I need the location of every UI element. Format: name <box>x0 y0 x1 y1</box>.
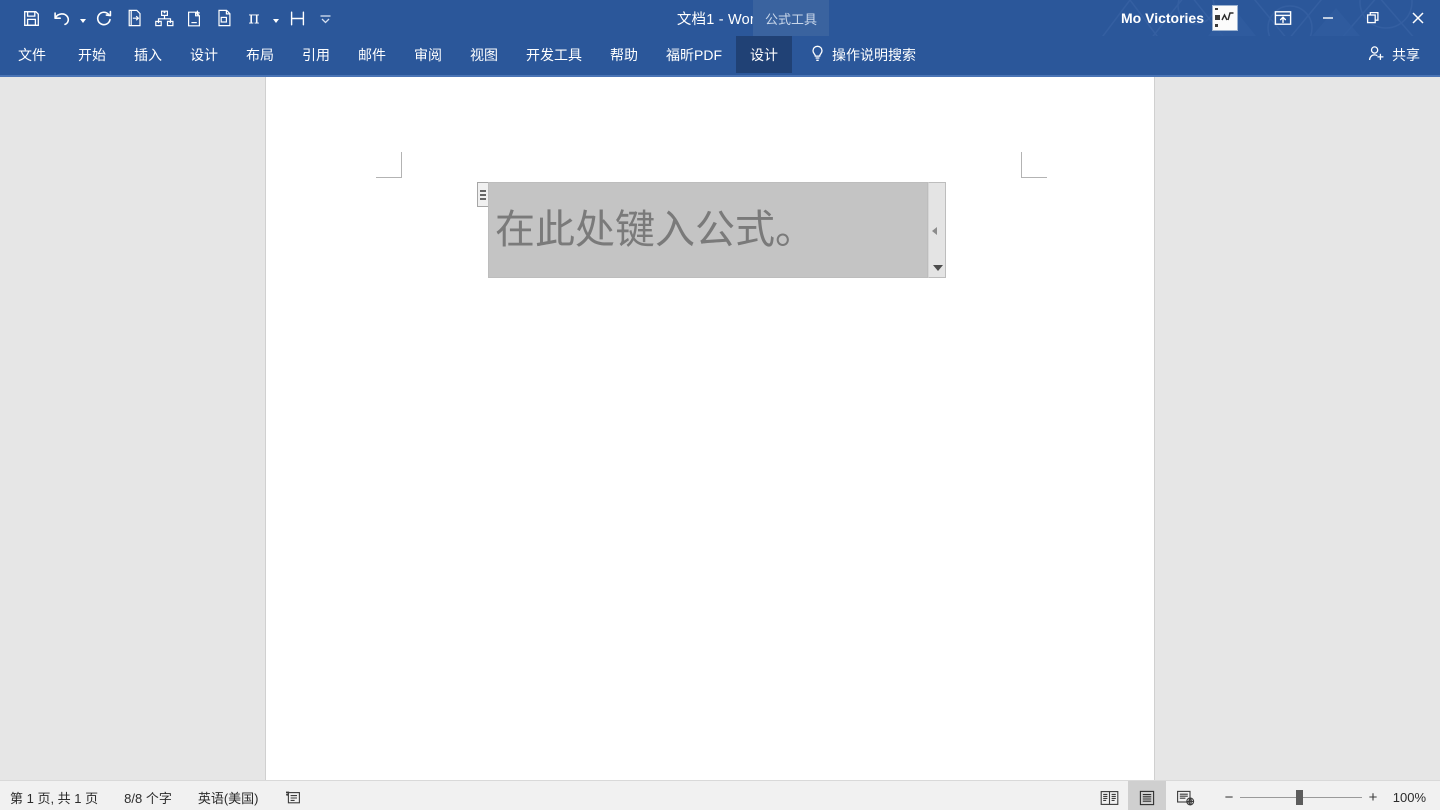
equation-options-handle[interactable] <box>928 182 946 278</box>
tab-mailings[interactable]: 邮件 <box>344 36 400 73</box>
proofing-errors-icon[interactable] <box>285 790 302 805</box>
lightbulb-icon <box>810 45 825 65</box>
view-web-layout[interactable] <box>1166 781 1204 810</box>
document-page[interactable]: 在此处键入公式。 <box>265 77 1155 780</box>
close-button[interactable] <box>1395 0 1440 36</box>
document-title: 文档1 - Word <box>676 11 764 28</box>
user-avatar[interactable] <box>1212 5 1238 31</box>
status-bar: 第 1 页, 共 1 页 8/8 个字 英语(美国) − + 100% <box>0 780 1440 810</box>
tab-layout[interactable]: 布局 <box>232 36 288 73</box>
tab-insert[interactable]: 插入 <box>120 36 176 73</box>
document-scroll-area[interactable]: 在此处键入公式。 <box>0 77 1440 780</box>
title-bar: π 文档1 - Word 公式工具 Mo Victories <box>0 0 1440 36</box>
export-pdf-icon[interactable] <box>119 4 149 32</box>
share-label: 共享 <box>1392 46 1420 63</box>
zoom-control: − + 100% <box>1218 781 1432 810</box>
account-name[interactable]: Mo Victories <box>1121 10 1204 26</box>
page-indicator[interactable]: 第 1 页, 共 1 页 <box>10 788 98 807</box>
undo-dropdown-caret-icon[interactable] <box>76 4 89 32</box>
page-setup-icon[interactable] <box>209 4 239 32</box>
equation-options-dropdown-icon[interactable] <box>933 265 943 271</box>
zoom-out-button[interactable]: − <box>1218 781 1240 810</box>
tab-review[interactable]: 审阅 <box>400 36 456 73</box>
share-button[interactable]: 共享 <box>1358 36 1430 73</box>
word-count[interactable]: 8/8 个字 <box>124 788 172 807</box>
ribbon-display-options-button[interactable] <box>1260 0 1305 36</box>
paragraph-spacing-icon[interactable] <box>282 4 312 32</box>
quick-access-toolbar: π <box>0 0 338 36</box>
tell-me-label: 操作说明搜索 <box>832 46 916 63</box>
restore-button[interactable] <box>1350 0 1395 36</box>
tab-foxit-pdf[interactable]: 福昕PDF <box>652 36 736 73</box>
tab-view[interactable]: 视图 <box>456 36 512 73</box>
share-person-icon <box>1368 45 1385 65</box>
new-document-icon[interactable] <box>179 4 209 32</box>
zoom-slider[interactable] <box>1240 781 1362 810</box>
view-read-mode[interactable] <box>1090 781 1128 810</box>
zoom-level-label[interactable]: 100% <box>1384 790 1432 805</box>
tell-me-search[interactable]: 操作说明搜索 <box>792 36 930 73</box>
zoom-in-button[interactable]: + <box>1362 781 1384 810</box>
margin-mark-top-left <box>376 152 402 178</box>
tab-developer[interactable]: 开发工具 <box>512 36 596 73</box>
language-indicator[interactable]: 英语(美国) <box>198 788 259 807</box>
contextual-tab-group-label: 公式工具 <box>753 0 830 36</box>
status-bar-right: − + 100% <box>1090 781 1432 810</box>
equation-field[interactable]: 在此处键入公式。 <box>488 182 928 278</box>
equation-icon[interactable]: π <box>239 4 269 32</box>
tab-references[interactable]: 引用 <box>288 36 344 73</box>
ribbon-tab-strip: 文件 开始 插入 设计 布局 引用 邮件 审阅 视图 开发工具 帮助 福昕PDF… <box>0 36 1440 73</box>
undo-icon[interactable] <box>46 4 76 32</box>
smartart-icon[interactable] <box>149 4 179 32</box>
status-bar-left: 第 1 页, 共 1 页 8/8 个字 英语(美国) <box>0 788 302 807</box>
redo-icon[interactable] <box>89 4 119 32</box>
tab-design[interactable]: 设计 <box>176 36 232 73</box>
tab-equation-design[interactable]: 设计 <box>736 36 792 73</box>
equation-placeholder-text: 在此处键入公式。 <box>495 207 815 253</box>
equation-content-control[interactable]: 在此处键入公式。 <box>477 182 946 278</box>
content-control-drag-handle[interactable] <box>477 182 488 207</box>
margin-mark-top-right <box>1021 152 1047 178</box>
svg-text:π: π <box>248 9 259 27</box>
view-print-layout[interactable] <box>1128 781 1166 810</box>
save-icon[interactable] <box>16 4 46 32</box>
customize-quick-access-toolbar-icon[interactable] <box>312 4 338 32</box>
tab-home[interactable]: 开始 <box>64 36 120 73</box>
equation-dropdown-caret-icon[interactable] <box>269 4 282 32</box>
tab-help[interactable]: 帮助 <box>596 36 652 73</box>
zoom-slider-thumb[interactable] <box>1296 790 1303 805</box>
word-window: π 文档1 - Word 公式工具 Mo Victories 文件 开始 插入 … <box>0 0 1440 810</box>
tab-file[interactable]: 文件 <box>0 36 64 73</box>
title-bar-right-controls: Mo Victories <box>1121 0 1440 36</box>
collapse-arrow-icon <box>932 227 937 235</box>
minimize-button[interactable] <box>1305 0 1350 36</box>
